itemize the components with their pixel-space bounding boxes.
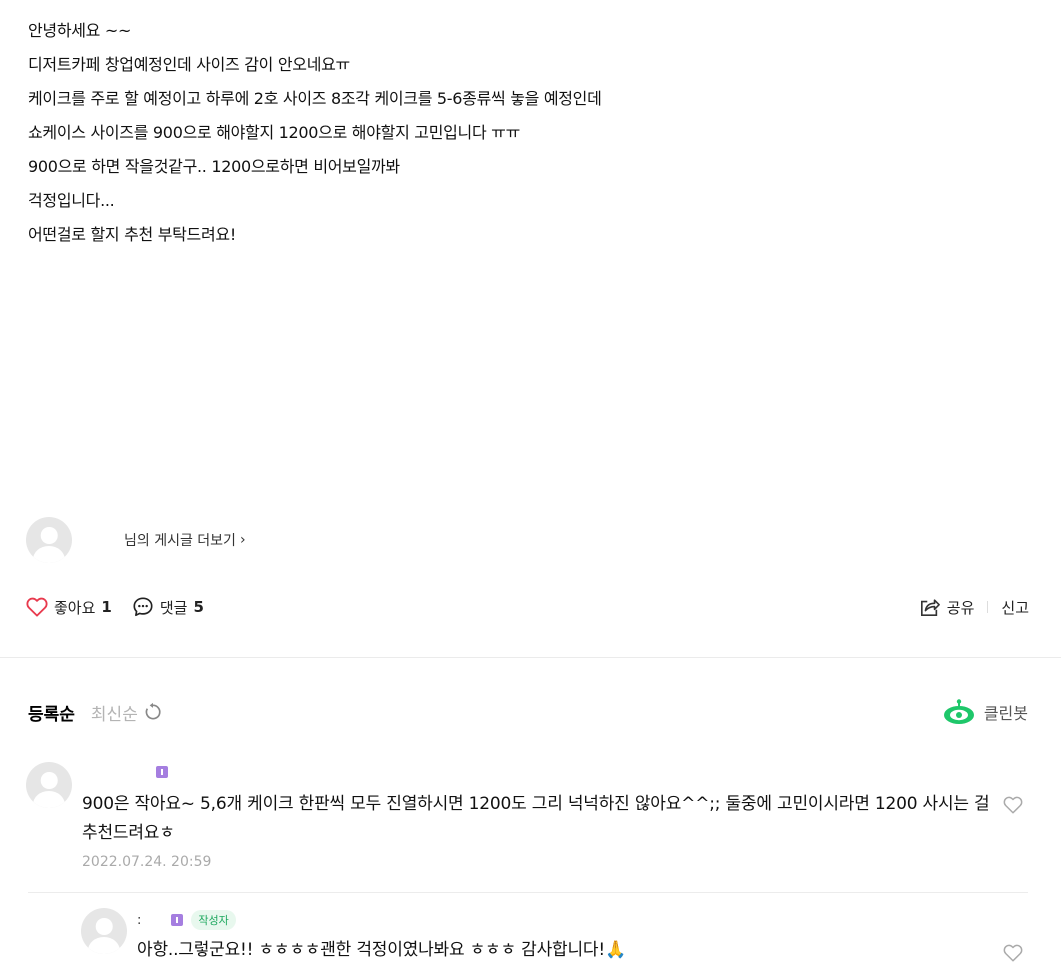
cleanbot-icon: [943, 699, 974, 724]
heart-icon[interactable]: [1003, 944, 1023, 962]
sort-latest-label: 최신순: [90, 704, 138, 725]
action-bar: 좋아요 1 댓글 5 공유 신고: [26, 594, 1029, 620]
post-line: 쇼케이스 사이즈를 900으로 해야할지 1200으로 해야할지 고민입니다 ㅠ…: [28, 123, 521, 142]
comment-author-name[interactable]: :: [137, 913, 141, 928]
like-button[interactable]: 좋아요 1: [26, 597, 112, 618]
avatar[interactable]: [81, 908, 127, 954]
comment-date: 2022.07.24. 20:59: [82, 854, 212, 870]
author-avatar[interactable]: [26, 517, 72, 563]
avatar[interactable]: [26, 762, 72, 808]
more-posts-label: 님의 게시글 더보기: [124, 533, 236, 549]
post-line: 어떤걸로 할지 추천 부탁드려요!: [28, 225, 236, 244]
share-label: 공유: [946, 598, 975, 617]
comment-item: 900은 작아요~ 5,6개 케이크 한판씩 모두 진열하시면 1200도 그리…: [26, 762, 1036, 882]
comment-count: 5: [193, 598, 204, 616]
heart-icon[interactable]: [1003, 796, 1023, 814]
sort-registered-tab[interactable]: 등록순: [28, 700, 75, 725]
share-button[interactable]: 공유: [919, 597, 975, 618]
sort-latest-tab[interactable]: 최신순: [91, 700, 163, 725]
more-posts-link[interactable]: 님의 게시글 더보기 ›: [124, 530, 246, 550]
like-label: 좋아요: [54, 598, 96, 617]
comment-label: 댓글: [159, 598, 188, 617]
post-line: 안녕하세요 ~~: [28, 21, 132, 40]
like-count: 1: [101, 598, 112, 616]
comment-divider: [28, 892, 1028, 893]
chevron-right-icon: ›: [239, 532, 246, 548]
report-button[interactable]: 신고: [1001, 597, 1029, 618]
post-line: 디저트카페 창업예정인데 사이즈 감이 안오네요ㅠ: [28, 55, 350, 74]
comment-meta: : 작성자: [137, 910, 236, 930]
heart-icon: [26, 597, 48, 617]
post-line: 케이크를 주로 할 예정이고 하루에 2호 사이즈 8조각 케이크를 5-6종류…: [28, 89, 602, 108]
author-tag: 작성자: [191, 910, 236, 930]
cleanbot-button[interactable]: 클린봇: [943, 699, 1028, 725]
author-row: 님의 게시글 더보기 ›: [26, 517, 246, 563]
level-badge-icon: [171, 914, 184, 926]
post-body: 안녕하세요 ~~ 디저트카페 창업예정인데 사이즈 감이 안오네요ㅠ 케이크를 …: [28, 14, 1028, 252]
comment-button[interactable]: 댓글 5: [132, 596, 204, 618]
share-icon: [920, 599, 940, 616]
separator: [987, 601, 989, 613]
post-line: 900으로 하면 작을것같구.. 1200으로하면 비어보일까봐: [28, 157, 400, 176]
comment-bubble-icon: [133, 597, 153, 617]
section-divider: [0, 657, 1061, 658]
level-badge-icon: [156, 766, 168, 778]
action-right: 공유 신고: [919, 597, 1029, 618]
cleanbot-label: 클린봇: [983, 704, 1028, 723]
comment-reply-item: : 작성자 아항..그렇군요!! ㅎㅎㅎㅎ괜한 걱정이였나봐요 ㅎㅎㅎ 감사합니…: [81, 908, 1036, 978]
comment-text: 900은 작아요~ 5,6개 케이크 한판씩 모두 진열하시면 1200도 그리…: [82, 794, 990, 843]
refresh-icon: [145, 702, 161, 720]
comment-meta: [156, 766, 168, 778]
comment-sort-bar: 등록순 최신순 클린봇: [28, 698, 1028, 726]
comment-text: 아항..그렇군요!! ㅎㅎㅎㅎ괜한 걱정이였나봐요 ㅎㅎㅎ 감사합니다!🙏: [137, 940, 626, 960]
post-line: 걱정입니다...: [28, 191, 115, 210]
